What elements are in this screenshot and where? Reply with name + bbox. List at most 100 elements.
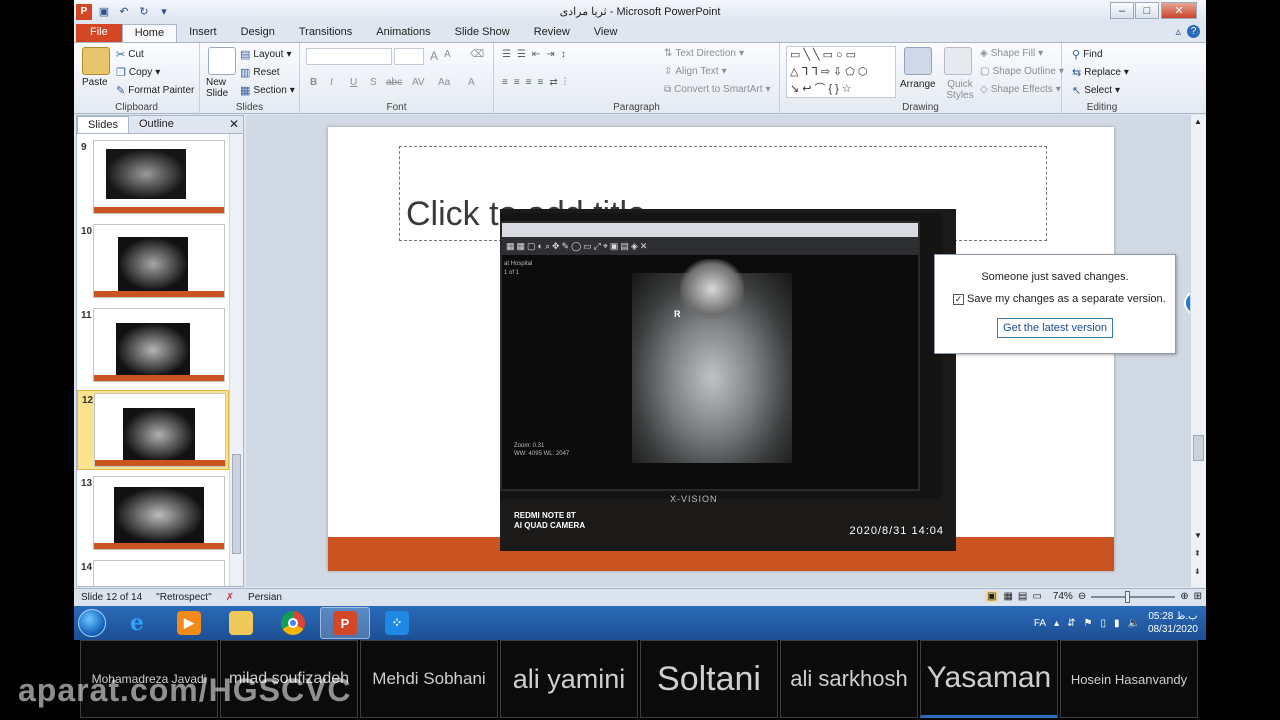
tab-slides[interactable]: Slides xyxy=(77,116,129,133)
normal-view-icon[interactable]: ▣ xyxy=(985,591,999,602)
participant-tile[interactable]: Mehdi Sobhani xyxy=(360,640,498,718)
reset-button[interactable]: ▥ Reset xyxy=(240,66,280,79)
slideshow-icon[interactable]: ▭ xyxy=(1032,591,1041,602)
participant-tile-active[interactable]: Yasaman xyxy=(920,640,1058,718)
flag-icon[interactable]: ⚑ xyxy=(1083,618,1092,629)
tab-home[interactable]: Home xyxy=(121,24,178,42)
powerpoint-app-icon[interactable]: P xyxy=(76,3,92,20)
change-case-button[interactable]: Aa xyxy=(438,77,450,88)
slide-thumbnail[interactable]: 10 xyxy=(77,222,229,302)
fit-window-icon[interactable]: ⊞ xyxy=(1194,591,1202,602)
minimize-button[interactable]: – xyxy=(1110,2,1134,19)
grow-font-icon[interactable]: A xyxy=(430,49,438,63)
shadow-button[interactable]: S xyxy=(370,77,377,88)
clock[interactable]: 05:28 ب.ظ 08/31/2020 xyxy=(1148,610,1198,636)
font-name-box[interactable] xyxy=(306,48,392,65)
strike-button[interactable]: abc xyxy=(386,77,402,88)
participant-tile[interactable]: Soltani xyxy=(640,640,778,718)
participant-tile[interactable]: Hosein Hasanvandy xyxy=(1060,640,1198,718)
font-size-box[interactable] xyxy=(394,48,424,65)
separate-version-checkbox[interactable]: ✓ Save my changes as a separate version. xyxy=(953,293,1166,305)
slide-thumbnail-selected[interactable]: 12 xyxy=(77,390,229,470)
slide-thumbnail[interactable]: 9 xyxy=(77,138,229,218)
paste-icon[interactable] xyxy=(82,47,110,75)
taskbar-media-player[interactable]: ▶ xyxy=(164,607,214,639)
convert-smartart-button[interactable]: ⧉ Convert to SmartArt ▾ xyxy=(664,84,771,95)
shape-fill-button[interactable]: ◈ Shape Fill ▾ xyxy=(980,48,1043,59)
volume-icon[interactable]: 🔈 xyxy=(1127,618,1139,629)
zoom-level[interactable]: 74% xyxy=(1053,591,1073,602)
get-latest-version-button[interactable]: Get the latest version xyxy=(997,318,1113,338)
align-text-button[interactable]: ⇳ Align Text ▾ xyxy=(664,66,727,77)
arrange-button[interactable]: Arrange xyxy=(900,79,936,90)
taskbar-powerpoint[interactable]: P xyxy=(320,607,370,639)
help-icon[interactable]: ? xyxy=(1187,25,1200,38)
input-language[interactable]: FA xyxy=(1034,618,1046,629)
save-icon[interactable]: ▣ xyxy=(96,4,112,20)
language-indicator[interactable]: Persian xyxy=(241,592,289,603)
format-painter-button[interactable]: ✎ Format Painter xyxy=(116,84,194,97)
align-buttons[interactable]: ≡≡≡≡⇄⫶ xyxy=(502,77,572,88)
spellcheck-icon[interactable]: ✗ xyxy=(219,592,241,603)
scroll-thumb[interactable] xyxy=(1193,435,1204,461)
zoom-slider[interactable] xyxy=(1091,590,1176,603)
italic-button[interactable]: I xyxy=(330,77,333,88)
scroll-up-icon[interactable]: ▲ xyxy=(1194,117,1202,126)
inserted-photo[interactable]: ▦▦▢◐⌕✥✎◯▭⤢⌖▣▤◈✕ at Hospital 1 of 1 R Zoo… xyxy=(500,209,956,551)
minimize-ribbon-icon[interactable]: ▵ xyxy=(1175,25,1181,38)
previous-slide-icon[interactable]: ⇞ xyxy=(1194,549,1201,558)
select-button[interactable]: ↖ Select ▾ xyxy=(1072,84,1120,97)
list-buttons[interactable]: ☰☰⇤⇥↕ xyxy=(502,49,572,60)
shapes-gallery[interactable]: ▭╲╲▭○▭ △ᒣᒣ⇨⇩⬠⬡ ↘↩⌒{}☆ xyxy=(786,46,896,98)
paste-button[interactable]: Paste xyxy=(82,77,108,88)
find-button[interactable]: ⚲ Find xyxy=(1072,48,1103,61)
tab-transitions[interactable]: Transitions xyxy=(287,24,364,42)
reading-view-icon[interactable]: ▤ xyxy=(1018,591,1027,602)
scroll-down-icon[interactable]: ▼ xyxy=(1194,531,1202,540)
pane-scroll-thumb[interactable] xyxy=(232,454,241,554)
tray-expand-icon[interactable]: ▴ xyxy=(1054,618,1059,629)
checkbox-icon[interactable]: ✓ xyxy=(953,293,964,305)
close-icon[interactable]: ✕ xyxy=(229,117,239,131)
shrink-font-icon[interactable]: A xyxy=(444,49,451,60)
zoom-slider-knob[interactable] xyxy=(1125,590,1131,603)
arrange-icon[interactable] xyxy=(904,47,932,75)
taskbar-meeting-app[interactable]: ⁘ xyxy=(372,607,422,639)
new-slide-icon[interactable] xyxy=(208,47,236,75)
section-button[interactable]: ▦ Section ▾ xyxy=(240,84,295,97)
font-color-button[interactable]: A xyxy=(468,77,475,88)
tab-design[interactable]: Design xyxy=(229,24,287,42)
zoom-out-icon[interactable]: ⊖ xyxy=(1078,591,1086,602)
tab-outline[interactable]: Outline xyxy=(129,116,184,133)
tab-review[interactable]: Review xyxy=(522,24,582,42)
cut-button[interactable]: ✂ Cut xyxy=(116,48,144,61)
next-slide-icon[interactable]: ⇟ xyxy=(1194,567,1201,576)
participant-tile[interactable]: ali yamini xyxy=(500,640,638,718)
battery-icon[interactable]: ▯ xyxy=(1100,618,1106,629)
bold-button[interactable]: B xyxy=(310,77,317,88)
shape-outline-button[interactable]: ▢ Shape Outline ▾ xyxy=(980,66,1064,77)
text-direction-button[interactable]: ⇅ Text Direction ▾ xyxy=(664,48,744,59)
replace-button[interactable]: ⇆ Replace ▾ xyxy=(1072,66,1129,79)
tab-insert[interactable]: Insert xyxy=(177,24,229,42)
tab-slide-show[interactable]: Slide Show xyxy=(443,24,522,42)
taskbar-internet-explorer[interactable]: e xyxy=(112,607,162,639)
taskbar-chrome[interactable] xyxy=(268,607,318,639)
undo-icon[interactable]: ↶ xyxy=(116,4,132,20)
tab-view[interactable]: View xyxy=(582,24,630,42)
customize-qat-icon[interactable]: ▾ xyxy=(156,4,172,20)
signal-icon[interactable]: ▮ xyxy=(1114,618,1120,629)
quick-styles-button[interactable]: Quick Styles xyxy=(940,79,980,101)
slide-sorter-icon[interactable]: ▦ xyxy=(1003,591,1012,602)
restore-button[interactable]: □ xyxy=(1135,2,1159,19)
new-slide-button[interactable]: New Slide xyxy=(206,77,238,99)
network-tray-icon[interactable]: ⇵ xyxy=(1067,618,1075,629)
slide-thumbnail[interactable]: 11 xyxy=(77,306,229,386)
layout-button[interactable]: ▤ Layout ▾ xyxy=(240,48,291,61)
participant-tile[interactable]: ali sarkhosh xyxy=(780,640,918,718)
slide-scrollbar[interactable]: ▲ ▼ ⇞ ⇟ xyxy=(1190,115,1206,587)
start-button[interactable] xyxy=(74,606,110,640)
copy-button[interactable]: ❐ Copy ▾ xyxy=(116,66,160,79)
zoom-in-icon[interactable]: ⊕ xyxy=(1180,591,1188,602)
shape-effects-button[interactable]: ◇ Shape Effects ▾ xyxy=(980,84,1061,95)
